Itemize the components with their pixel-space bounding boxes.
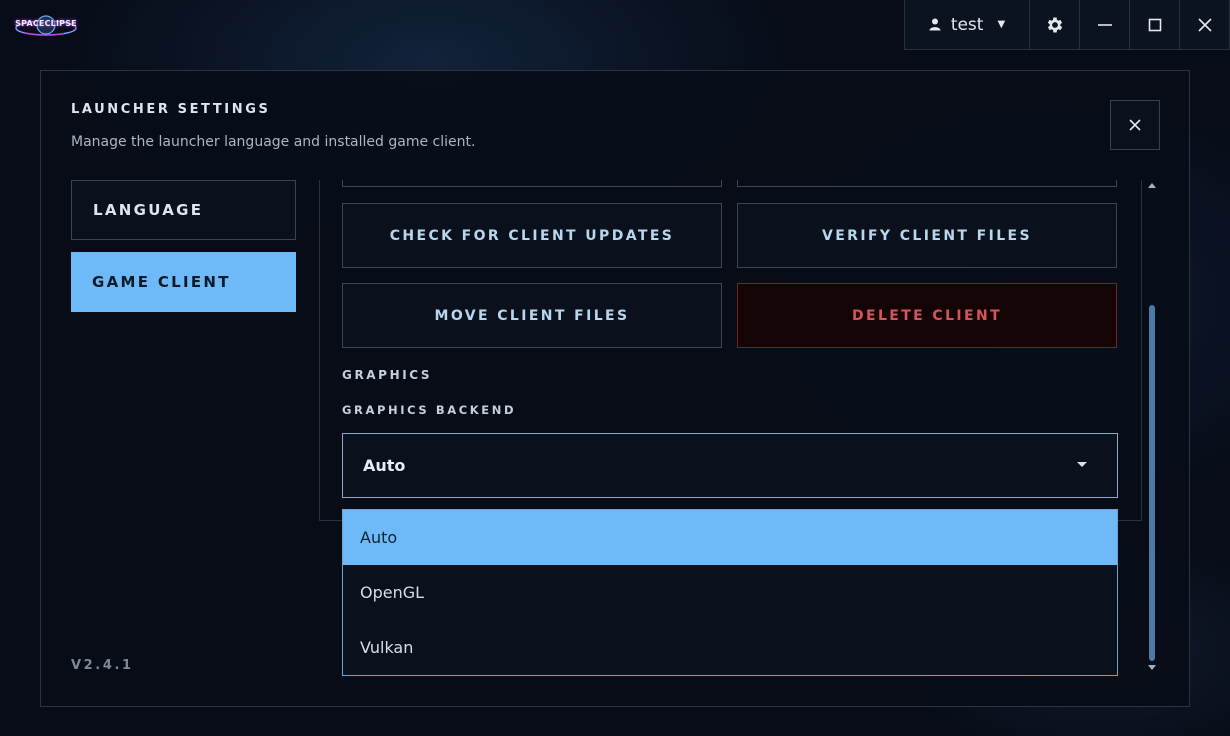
graphics-heading: GRAPHICS	[342, 368, 433, 382]
dialog-close-button[interactable]	[1110, 100, 1160, 150]
offscreen-button	[737, 180, 1117, 187]
option-auto[interactable]: Auto	[343, 510, 1117, 565]
nav-item-game-client[interactable]: GAME CLIENT	[71, 252, 296, 312]
close-icon	[1129, 119, 1141, 131]
scroll-up-arrow-icon[interactable]	[1148, 183, 1156, 188]
minimize-button[interactable]	[1079, 0, 1130, 50]
settings-content: CHECK FOR CLIENT UPDATES VERIFY CLIENT F…	[319, 180, 1142, 522]
close-icon	[1197, 17, 1212, 32]
scrollbar-thumb[interactable]	[1149, 305, 1155, 661]
backend-label: GRAPHICS BACKEND	[342, 403, 517, 417]
scroll-down-arrow-icon[interactable]	[1148, 665, 1156, 670]
user-name: test	[950, 14, 984, 35]
nav-item-language[interactable]: LANGUAGE	[71, 180, 296, 240]
close-window-button[interactable]	[1179, 0, 1230, 50]
backend-dropdown: Auto OpenGL Vulkan	[342, 509, 1118, 676]
window-controls: test ▼	[904, 0, 1230, 50]
dialog-title: LAUNCHER SETTINGS	[71, 102, 271, 117]
maximize-button[interactable]	[1129, 0, 1180, 50]
gear-icon	[1047, 17, 1062, 32]
dialog-subtitle: Manage the launcher language and install…	[71, 134, 476, 150]
user-icon	[929, 18, 941, 31]
check-updates-button[interactable]: CHECK FOR CLIENT UPDATES	[342, 203, 722, 268]
settings-button[interactable]	[1029, 0, 1080, 50]
user-menu-button[interactable]: test ▼	[904, 0, 1030, 50]
chevron-down-icon: ▼	[997, 19, 1006, 30]
select-value: Auto	[363, 456, 406, 475]
move-files-button[interactable]: MOVE CLIENT FILES	[342, 283, 722, 348]
option-opengl[interactable]: OpenGL	[343, 565, 1117, 620]
graphics-backend-select[interactable]: Auto	[342, 433, 1118, 498]
delete-client-button[interactable]: DELETE CLIENT	[737, 283, 1117, 348]
app-logo: SPACECLIPSE	[12, 10, 80, 42]
launcher-window: SPACECLIPSE test ▼ LAUNCHER SETTINGS Man…	[0, 0, 1230, 736]
verify-files-button[interactable]: VERIFY CLIENT FILES	[737, 203, 1117, 268]
caret-down-icon	[1077, 462, 1087, 467]
minimize-icon	[1097, 23, 1112, 26]
logo-text: SPACECLIPSE	[15, 19, 77, 28]
maximize-icon	[1148, 18, 1161, 31]
version-label: V2.4.1	[71, 658, 134, 673]
offscreen-button	[342, 180, 722, 187]
option-vulkan[interactable]: Vulkan	[343, 620, 1117, 675]
